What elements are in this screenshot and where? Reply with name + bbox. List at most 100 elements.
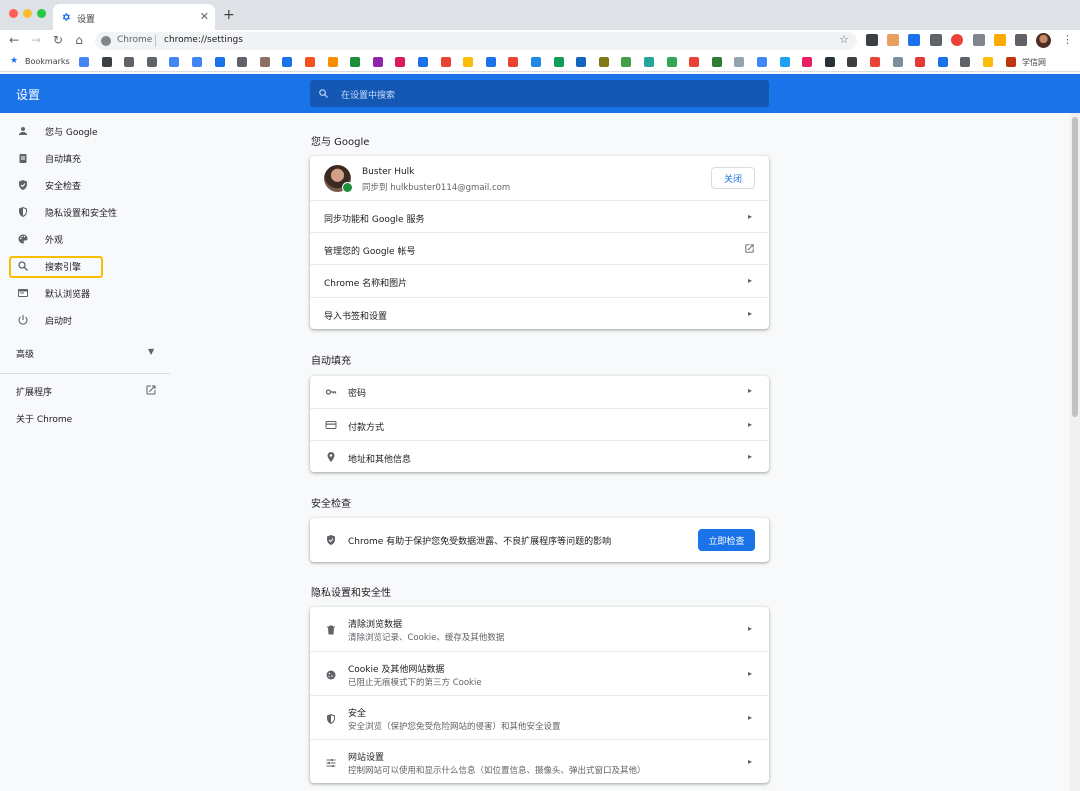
bookmark-favicon-icon[interactable] bbox=[282, 57, 293, 67]
bookmark-favicon-icon[interactable] bbox=[214, 57, 225, 67]
sidebar-item-on-startup[interactable]: 启动时 bbox=[16, 310, 72, 330]
close-window-button[interactable] bbox=[9, 9, 18, 18]
row-cookies[interactable]: Cookie 及其他网站数据 已阻止无痕模式下的第三方 Cookie ▸ bbox=[310, 651, 769, 695]
extension-icon[interactable] bbox=[887, 34, 899, 46]
sidebar-item-you-and-google[interactable]: 您与 Google bbox=[16, 121, 98, 141]
bookmark-favicon-icon[interactable] bbox=[1005, 57, 1016, 67]
bookmark-favicon-icon[interactable] bbox=[779, 57, 790, 67]
bookmark-favicon-icon[interactable] bbox=[711, 57, 722, 67]
bookmark-favicon-icon[interactable] bbox=[124, 57, 135, 67]
sidebar-item-safety-check[interactable]: 安全检查 bbox=[16, 175, 81, 195]
sidebar-about-chrome[interactable]: 关于 Chrome bbox=[16, 412, 72, 425]
bookmark-favicon-icon[interactable] bbox=[824, 57, 835, 67]
row-addresses[interactable]: 地址和其他信息 ▸ bbox=[310, 440, 769, 472]
bookmark-favicon-icon[interactable] bbox=[418, 57, 428, 67]
check-now-button[interactable]: 立即检查 bbox=[698, 529, 755, 551]
bookmark-favicon-icon[interactable] bbox=[327, 57, 338, 67]
chevron-down-icon[interactable]: ▼ bbox=[148, 347, 154, 356]
reload-icon[interactable]: ↻ bbox=[51, 33, 65, 47]
home-icon[interactable]: ⌂ bbox=[72, 33, 86, 47]
back-icon[interactable]: ← bbox=[7, 33, 21, 47]
extension-icon[interactable] bbox=[930, 34, 942, 46]
bookmark-favicon-icon[interactable] bbox=[915, 57, 926, 67]
bookmark-favicon-icon[interactable] bbox=[372, 57, 383, 67]
bookmark-favicon-icon[interactable] bbox=[757, 57, 767, 67]
bookmark-item-xuexin[interactable]: 学信网 bbox=[1022, 57, 1046, 68]
sidebar-item-autofill[interactable]: 自动填充 bbox=[16, 148, 81, 168]
profile-avatar[interactable] bbox=[1036, 33, 1051, 48]
row-site-settings[interactable]: 网站设置 控制网站可以使用和显示什么信息（如位置信息、摄像头、弹出式窗口及其他）… bbox=[310, 739, 769, 783]
row-clear-browsing-data[interactable]: 清除浏览数据 清除浏览记录、Cookie、缓存及其他数据 ▸ bbox=[310, 607, 769, 651]
bookmark-favicon-icon[interactable] bbox=[463, 57, 474, 67]
search-input[interactable]: 在设置中搜索 bbox=[310, 80, 769, 107]
bookmark-favicon-icon[interactable] bbox=[305, 57, 315, 67]
bookmark-favicon-icon[interactable] bbox=[192, 57, 202, 67]
bookmark-favicon-icon[interactable] bbox=[621, 57, 632, 67]
bookmark-favicon-icon[interactable] bbox=[598, 57, 609, 67]
sidebar-item-default-browser[interactable]: 默认浏览器 bbox=[16, 283, 90, 303]
address-bar[interactable]: Chrome chrome://settings ☆ bbox=[95, 32, 857, 50]
bookmark-favicon-icon[interactable] bbox=[870, 57, 880, 67]
bookmark-favicon-icon[interactable] bbox=[802, 57, 813, 67]
extension-icon[interactable] bbox=[973, 34, 985, 46]
row-chrome-name-picture[interactable]: Chrome 名称和图片 ▸ bbox=[310, 264, 769, 297]
bookmark-favicon-icon[interactable] bbox=[169, 57, 180, 67]
bookmark-favicon-icon[interactable] bbox=[937, 57, 948, 67]
bookmark-favicon-icon[interactable] bbox=[960, 57, 971, 67]
bookmark-favicon-icon[interactable] bbox=[508, 57, 519, 67]
forward-icon[interactable]: → bbox=[29, 33, 43, 47]
bookmark-favicon-icon[interactable] bbox=[576, 57, 587, 67]
bookmark-favicon-icon[interactable] bbox=[553, 57, 564, 67]
zoom-window-button[interactable] bbox=[37, 9, 46, 18]
minimize-window-button[interactable] bbox=[23, 9, 32, 18]
sidebar-advanced[interactable]: 高级 bbox=[16, 347, 34, 360]
row-sync-services[interactable]: 同步功能和 Google 服务 ▸ bbox=[310, 200, 769, 232]
scrollbar-thumb[interactable] bbox=[1072, 117, 1078, 417]
extension-icon[interactable] bbox=[951, 34, 963, 46]
bookmark-favicon-icon[interactable] bbox=[689, 57, 700, 67]
external-link-icon[interactable] bbox=[145, 384, 157, 396]
row-import-bookmarks[interactable]: 导入书签和设置 ▸ bbox=[310, 297, 769, 329]
bookmark-favicon-icon[interactable] bbox=[440, 57, 451, 67]
bookmark-favicon-icon[interactable] bbox=[485, 57, 496, 67]
tab-strip: 设置 ✕ + bbox=[0, 0, 1080, 30]
more-menu-icon[interactable]: ⋮ bbox=[1062, 33, 1073, 46]
sidebar-extensions[interactable]: 扩展程序 bbox=[16, 385, 52, 398]
page-title: 设置 bbox=[16, 88, 41, 102]
sliders-icon bbox=[324, 756, 337, 769]
bookmark-favicon-icon[interactable] bbox=[983, 57, 993, 67]
bookmarks-folder[interactable]: Bookmarks bbox=[25, 57, 70, 66]
turn-off-sync-button[interactable]: 关闭 bbox=[711, 167, 755, 189]
bookmark-favicon-icon[interactable] bbox=[644, 57, 654, 67]
bookmark-favicon-icon[interactable] bbox=[259, 57, 270, 67]
row-payment-methods[interactable]: 付款方式 ▸ bbox=[310, 408, 769, 440]
bookmark-favicon-icon[interactable] bbox=[146, 57, 157, 67]
settings-header: 设置 在设置中搜索 bbox=[0, 74, 1080, 113]
row-passwords[interactable]: 密码 ▸ bbox=[310, 376, 769, 408]
profile-email: 同步到 hulkbuster0114@gmail.com bbox=[362, 183, 511, 193]
puzzle-icon[interactable] bbox=[1015, 34, 1027, 46]
bookmark-favicon-icon[interactable] bbox=[847, 57, 858, 67]
bookmark-favicon-icon[interactable] bbox=[734, 57, 745, 67]
sidebar-item-appearance[interactable]: 外观 bbox=[16, 229, 63, 249]
bookmark-favicon-icon[interactable] bbox=[395, 57, 406, 67]
bookmark-favicon-icon[interactable] bbox=[237, 57, 248, 67]
extension-icon[interactable] bbox=[866, 34, 878, 46]
tab-settings[interactable]: 设置 ✕ bbox=[53, 4, 215, 30]
bookmark-favicon-icon[interactable] bbox=[892, 57, 903, 67]
bookmark-favicon-icon[interactable] bbox=[101, 57, 112, 67]
omnibox-url: chrome://settings bbox=[164, 35, 243, 45]
new-tab-button[interactable]: + bbox=[223, 7, 235, 23]
sidebar-item-privacy[interactable]: 隐私设置和安全性 bbox=[16, 202, 117, 222]
extension-icon[interactable] bbox=[994, 34, 1006, 46]
bookmark-star-icon[interactable]: ☆ bbox=[839, 33, 849, 46]
tab-close-icon[interactable]: ✕ bbox=[200, 10, 209, 23]
bookmark-favicon-icon[interactable] bbox=[531, 57, 541, 67]
bookmark-favicon-icon[interactable] bbox=[350, 57, 361, 67]
row-manage-account[interactable]: 管理您的 Google 帐号 bbox=[310, 232, 769, 264]
scrollbar[interactable] bbox=[1070, 113, 1080, 791]
extension-icon[interactable] bbox=[908, 34, 920, 46]
bookmark-favicon-icon[interactable] bbox=[79, 57, 89, 67]
row-security[interactable]: 安全 安全浏览（保护您免受危险网站的侵害）和其他安全设置 ▸ bbox=[310, 695, 769, 739]
bookmark-favicon-icon[interactable] bbox=[666, 57, 677, 67]
